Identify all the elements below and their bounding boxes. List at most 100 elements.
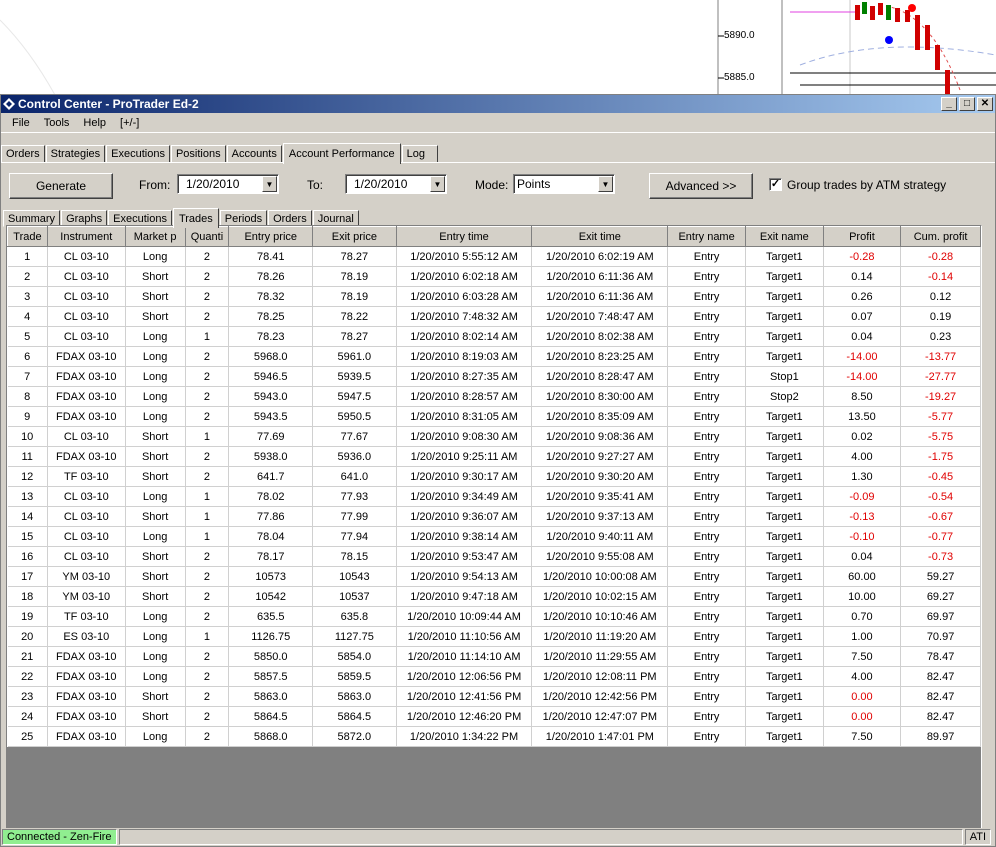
column-header[interactable]: Exit price: [312, 226, 397, 247]
table-cell: 1/20/2010 9:08:36 AM: [531, 426, 669, 447]
menu-expand[interactable]: [+/-]: [113, 117, 146, 129]
column-header[interactable]: Entry name: [667, 226, 746, 247]
table-cell: Target1: [745, 586, 824, 607]
advanced-button[interactable]: Advanced >>: [649, 173, 753, 199]
table-cell: 1/20/2010 10:10:46 AM: [531, 606, 669, 627]
to-date-picker[interactable]: 1/20/2010 ▼: [345, 174, 447, 194]
table-cell: Entry: [667, 586, 746, 607]
table-cell: 5872.0: [312, 726, 397, 747]
table-cell: 7.50: [823, 646, 902, 667]
table-row[interactable]: 20 ES 03-10 Long 1 1126.75 1127.75 1/20/2010 1…: [7, 626, 981, 647]
minimize-button[interactable]: _: [941, 97, 957, 111]
table-row[interactable]: 18 YM 03-10 Short 2 10542 10537 1/20/2010 9:47…: [7, 586, 981, 607]
table-row[interactable]: 7 FDAX 03-10 Long 2 5946.5 5939.5 1/20/2010 8:…: [7, 366, 981, 387]
table-cell: Target1: [745, 466, 824, 487]
maximize-button[interactable]: □: [959, 97, 975, 111]
table-row[interactable]: 1 CL 03-10 Long 2 78.41 78.27 1/20/2010 5:55:1…: [7, 246, 981, 267]
table-cell: Short: [125, 686, 186, 707]
from-date-picker[interactable]: 1/20/2010 ▼: [177, 174, 279, 194]
tab-positions[interactable]: Positions: [170, 145, 226, 163]
column-header[interactable]: Instrument: [46, 226, 126, 247]
title-bar[interactable]: Control Center - ProTrader Ed-2 _ □ ✕: [1, 95, 995, 113]
group-trades-checkbox[interactable]: ✓: [769, 178, 782, 191]
column-header[interactable]: Trade: [7, 226, 48, 247]
trades-table: Trade Instrument Market p Quanti Entry price…: [7, 226, 981, 747]
table-row[interactable]: 13 CL 03-10 Long 1 78.02 77.93 1/20/2010 9:34:…: [7, 486, 981, 507]
tab-orders[interactable]: Orders: [1, 145, 45, 163]
table-cell: 2: [185, 286, 230, 307]
tab-accounts[interactable]: Accounts: [226, 145, 282, 163]
generate-button[interactable]: Generate: [9, 173, 113, 199]
table-cell: 5961.0: [312, 346, 397, 367]
chevron-down-icon[interactable]: ▼: [598, 176, 613, 192]
table-row[interactable]: 16 CL 03-10 Short 2 78.17 78.15 1/20/2010 9:53…: [7, 546, 981, 567]
tab-executions[interactable]: Executions: [106, 145, 170, 163]
table-cell: 78.32: [228, 286, 314, 307]
table-row[interactable]: 8 FDAX 03-10 Long 2 5943.0 5947.5 1/20/2010 8:…: [7, 386, 981, 407]
table-row[interactable]: 3 CL 03-10 Short 2 78.32 78.19 1/20/2010 6:03:…: [7, 286, 981, 307]
menu-file[interactable]: File: [5, 117, 37, 129]
table-cell: 1/20/2010 8:02:14 AM: [396, 326, 533, 347]
table-row[interactable]: 15 CL 03-10 Long 1 78.04 77.94 1/20/2010 9:38:…: [7, 526, 981, 547]
status-bar: Connected - Zen-Fire ATI: [1, 828, 995, 846]
top-tab-strip: Orders Strategies Executions Positions A…: [1, 143, 439, 164]
trades-grid[interactable]: Trade Instrument Market p Quanti Entry price…: [6, 225, 982, 837]
column-header[interactable]: Cum. profit: [900, 226, 981, 247]
table-row[interactable]: 5 CL 03-10 Long 1 78.23 78.27 1/20/2010 8:02:1…: [7, 326, 981, 347]
table-cell: 1/20/2010 11:29:55 AM: [531, 646, 669, 667]
table-row[interactable]: 2 CL 03-10 Short 2 78.26 78.19 1/20/2010 6:02:…: [7, 266, 981, 287]
chevron-down-icon[interactable]: ▼: [430, 176, 445, 192]
table-row[interactable]: 24 FDAX 03-10 Short 2 5864.5 5864.5 1/20/2010 …: [7, 706, 981, 727]
table-cell: 78.27: [312, 326, 397, 347]
table-row[interactable]: 4 CL 03-10 Short 2 78.25 78.22 1/20/2010 7:48:…: [7, 306, 981, 327]
table-row[interactable]: 22 FDAX 03-10 Long 2 5857.5 5859.5 1/20/2010 1…: [7, 666, 981, 687]
tab-trades[interactable]: Trades: [172, 208, 219, 228]
table-cell: 78.27: [312, 246, 397, 267]
column-header[interactable]: Quanti: [184, 226, 230, 247]
table-cell: 1/20/2010 6:02:19 AM: [531, 246, 669, 267]
table-row[interactable]: 23 FDAX 03-10 Short 2 5863.0 5863.0 1/20/2010 …: [7, 686, 981, 707]
table-cell: 2: [185, 686, 230, 707]
table-cell: 1/20/2010 12:46:20 PM: [396, 706, 533, 727]
table-cell: -0.13: [823, 506, 902, 527]
chevron-down-icon[interactable]: ▼: [262, 176, 277, 192]
table-cell: 1/20/2010 9:36:07 AM: [396, 506, 533, 527]
table-cell: 1/20/2010 12:47:07 PM: [531, 706, 669, 727]
tab-strategies[interactable]: Strategies: [45, 145, 106, 163]
mode-select[interactable]: Points ▼: [513, 174, 615, 194]
table-cell: Long: [125, 726, 186, 747]
table-row[interactable]: 19 TF 03-10 Long 2 635.5 635.8 1/20/2010 10:09…: [7, 606, 981, 627]
table-cell: Long: [125, 326, 186, 347]
table-cell: 1/20/2010 9:55:08 AM: [531, 546, 669, 567]
tab-log[interactable]: Log: [401, 145, 438, 163]
column-header[interactable]: Exit time: [531, 226, 669, 247]
connection-status: Connected - Zen-Fire: [2, 829, 117, 845]
table-cell: 1/20/2010 6:03:28 AM: [396, 286, 533, 307]
table-row[interactable]: 21 FDAX 03-10 Long 2 5850.0 5854.0 1/20/2010 1…: [7, 646, 981, 667]
table-row[interactable]: 11 FDAX 03-10 Short 2 5938.0 5936.0 1/20/2010 …: [7, 446, 981, 467]
table-row[interactable]: 14 CL 03-10 Short 1 77.86 77.99 1/20/2010 9:36…: [7, 506, 981, 527]
table-row[interactable]: 10 CL 03-10 Short 1 77.69 77.67 1/20/2010 9:08…: [7, 426, 981, 447]
menu-help[interactable]: Help: [76, 117, 113, 129]
table-cell: CL 03-10: [47, 546, 126, 567]
tab-account-performance[interactable]: Account Performance: [282, 143, 401, 164]
table-row[interactable]: 12 TF 03-10 Short 2 641.7 641.0 1/20/2010 9:30…: [7, 466, 981, 487]
column-header[interactable]: Entry time: [395, 226, 533, 247]
column-header[interactable]: Entry price: [228, 226, 314, 247]
table-cell: 1/20/2010 12:41:56 PM: [396, 686, 533, 707]
table-cell: 2: [185, 586, 230, 607]
table-row[interactable]: 25 FDAX 03-10 Long 2 5868.0 5872.0 1/20/2010 1…: [7, 726, 981, 747]
table-cell: 1/20/2010 5:55:12 AM: [396, 246, 533, 267]
column-header[interactable]: Market p: [124, 226, 186, 247]
table-cell: 635.8: [312, 606, 397, 627]
table-cell: CL 03-10: [47, 486, 126, 507]
close-button[interactable]: ✕: [977, 97, 993, 111]
column-header[interactable]: Profit: [822, 226, 902, 247]
table-row[interactable]: 6 FDAX 03-10 Long 2 5968.0 5961.0 1/20/2010 8:…: [7, 346, 981, 367]
column-header[interactable]: Exit name: [744, 226, 824, 247]
table-cell: 1/20/2010 10:02:15 AM: [531, 586, 669, 607]
table-row[interactable]: 9 FDAX 03-10 Long 2 5943.5 5950.5 1/20/2010 8:…: [7, 406, 981, 427]
table-cell: ES 03-10: [47, 626, 126, 647]
table-row[interactable]: 17 YM 03-10 Short 2 10573 10543 1/20/2010 9:54…: [7, 566, 981, 587]
menu-tools[interactable]: Tools: [37, 117, 77, 129]
